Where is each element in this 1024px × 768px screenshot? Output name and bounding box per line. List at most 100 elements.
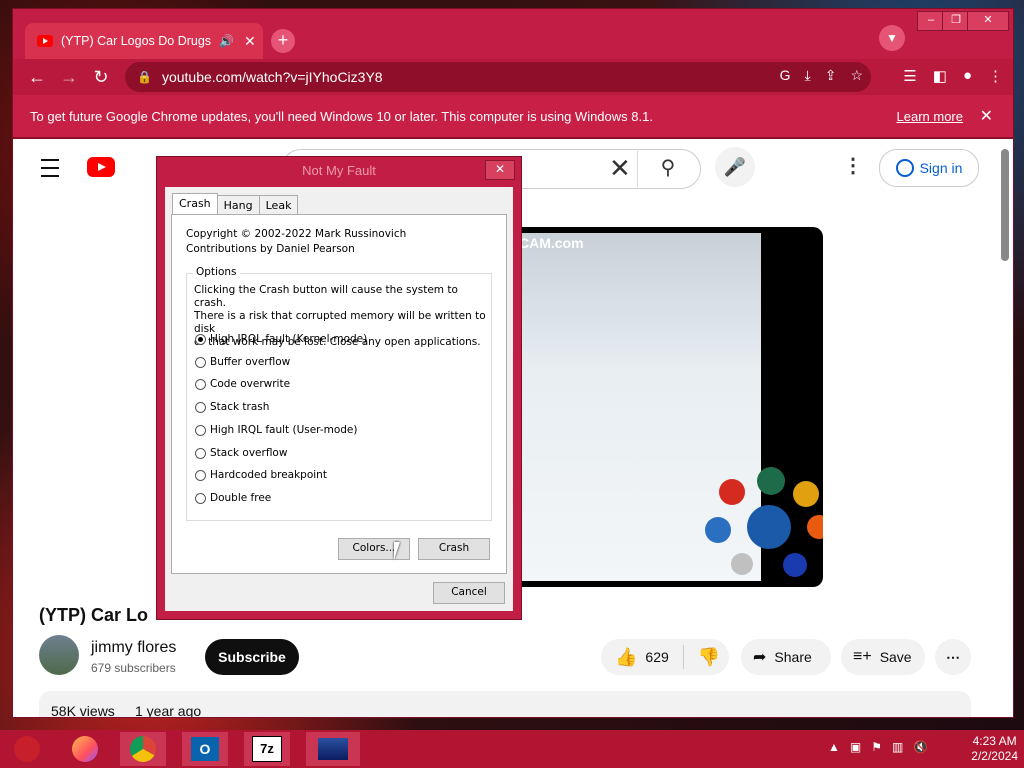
network-device-icon[interactable]: ▣ [850, 740, 861, 754]
radio-label: Hardcoded breakpoint [210, 469, 327, 481]
reload-icon[interactable]: ↻ [89, 65, 113, 89]
taskbar-notmyfault[interactable] [306, 732, 360, 766]
radio-double-free[interactable]: Double free [195, 492, 271, 504]
bookmark-star-icon[interactable]: ☆ [850, 67, 863, 84]
address-bar[interactable]: 🔒 youtube.com/watch?v=jIYhoCiz3Y8 G ⤓ ⇪ … [125, 62, 871, 92]
action-center-flag-icon[interactable]: ⚑ [871, 740, 882, 754]
radio-label: Buffer overflow [210, 356, 291, 368]
video-overlay-text: CAM.com [519, 235, 584, 251]
firefox-icon [72, 736, 98, 762]
radio-hardcoded-breakpoint[interactable]: Hardcoded breakpoint [195, 469, 327, 481]
tab-close-icon[interactable]: ✕ [244, 33, 256, 50]
save-button[interactable]: ≡+ Save [841, 639, 925, 675]
learn-more-link[interactable]: Learn more [897, 109, 963, 124]
clock-date: 2/2/2024 [971, 749, 1018, 763]
profile-icon[interactable]: ● [963, 67, 972, 85]
hamburger-menu-icon[interactable] [41, 159, 59, 177]
reading-list-icon[interactable]: ☰ [903, 67, 916, 85]
share-button[interactable]: ➦ Share [741, 639, 831, 675]
audio-playing-icon[interactable]: 🔊 [219, 34, 234, 48]
more-actions-icon[interactable]: ⋯ [935, 639, 971, 675]
radio-code-overwrite[interactable]: Code overwrite [195, 378, 290, 390]
chrome-icon [130, 736, 156, 762]
settings-menu-icon[interactable]: ⋮ [843, 153, 863, 178]
radio-stack-overflow[interactable]: Stack overflow [195, 447, 287, 459]
side-panel-icon[interactable]: ◧ [933, 67, 947, 85]
chrome-menu-icon[interactable]: ⋮ [988, 67, 1003, 85]
forward-icon[interactable]: → [57, 65, 81, 89]
infobar-close-icon[interactable]: ✕ [980, 106, 993, 126]
taskbar-firefox[interactable] [62, 732, 108, 766]
window-close-button[interactable]: ✕ [967, 11, 1009, 31]
radio-high-irql-user[interactable]: High IRQL fault (User-mode) [195, 424, 358, 436]
logo-orb [705, 517, 731, 543]
radio-stack-trash[interactable]: Stack trash [195, 401, 269, 413]
tab-youtube[interactable]: (YTP) Car Logos Do Drugs (R 🔊 ✕ [25, 23, 263, 59]
like-count[interactable]: 629 [645, 649, 668, 665]
search-icon[interactable]: ⚲ [637, 149, 698, 187]
video-title: (YTP) Car Lo [39, 605, 149, 625]
description-box[interactable]: 58K views 1 year ago [39, 691, 971, 717]
page-scrollbar[interactable] [997, 139, 1013, 717]
share-arrow-icon: ➦ [753, 649, 767, 666]
account-icon [895, 159, 914, 177]
radio-label: High IRQL fault (User-mode) [210, 424, 358, 436]
new-tab-button[interactable]: + [271, 29, 295, 53]
radio-selected-icon [195, 333, 206, 345]
share-icon[interactable]: ⇪ [825, 67, 837, 84]
back-icon[interactable]: ← [25, 65, 49, 89]
clock-time: 4:23 AM [972, 734, 1017, 748]
logo-orb [757, 467, 785, 495]
volume-muted-icon[interactable]: 🔇 [913, 740, 928, 754]
channel-avatar[interactable] [39, 635, 79, 675]
clock[interactable]: 4:23 AM 2/2/2024 [971, 734, 1018, 764]
dialog-title: Not My Fault [302, 163, 376, 178]
logo-orb [731, 553, 753, 575]
show-hidden-icons-icon[interactable]: ▲ [828, 740, 840, 754]
notmyfault-icon [318, 738, 348, 760]
radio-label: Double free [210, 492, 272, 504]
scrollbar-thumb[interactable] [1001, 149, 1009, 261]
crash-button[interactable]: Crash [418, 538, 490, 560]
radio-label: Stack overflow [210, 447, 288, 459]
logo-orb [793, 481, 819, 507]
radio-high-irql-kernel[interactable]: High IRQL fault (Kernel-mode) [195, 333, 367, 345]
subscribe-button[interactable]: Subscribe [205, 639, 299, 675]
network-icon[interactable]: ▥ [892, 740, 903, 754]
dialog-tabs: Crash Hang Leak [172, 193, 299, 215]
notmyfault-dialog: Not My Fault ✕ Crash Hang Leak Copyright… [156, 156, 522, 620]
sign-in-button[interactable]: Sign in [879, 149, 979, 187]
cancel-button[interactable]: Cancel [433, 582, 505, 604]
lock-icon[interactable]: 🔒 [137, 70, 152, 84]
dislike-icon[interactable]: 👎 [698, 647, 720, 668]
taskbar-chrome[interactable] [120, 732, 166, 766]
logo-orb [783, 553, 807, 577]
install-icon[interactable]: ⤓ [805, 67, 811, 84]
radio-label: Code overwrite [210, 378, 291, 390]
tab-hang[interactable]: Hang [216, 195, 260, 215]
like-dislike-group: 👍 629 👎 [601, 639, 729, 675]
clear-search-icon[interactable]: ✕ [609, 153, 631, 184]
dialog-close-button[interactable]: ✕ [485, 160, 515, 180]
video-player[interactable]: CAM.com [483, 227, 823, 587]
taskbar-7zip[interactable]: 7z [244, 732, 290, 766]
microphone-icon[interactable]: 🎤 [715, 147, 755, 187]
radio-label: Stack trash [210, 401, 270, 413]
google-lens-icon[interactable]: G [780, 67, 791, 84]
youtube-logo[interactable] [87, 157, 115, 177]
infobar-message: To get future Google Chrome updates, you… [30, 108, 653, 124]
channel-name[interactable]: jimmy flores [91, 639, 176, 657]
options-desc-line: Clicking the Crash button will cause the… [194, 284, 458, 309]
like-icon[interactable]: 👍 [615, 647, 637, 668]
radio-buffer-overflow[interactable]: Buffer overflow [195, 356, 290, 368]
radio-icon [195, 447, 206, 459]
start-button[interactable] [4, 732, 50, 766]
tab-search-icon[interactable]: ▼ [879, 25, 905, 51]
tab-leak[interactable]: Leak [258, 195, 299, 215]
restore-button[interactable]: ❐ [942, 11, 970, 31]
taskbar-outlook[interactable]: O [182, 732, 228, 766]
copyright-text: Copyright © 2002-2022 Mark Russinovich [186, 228, 407, 240]
tab-crash[interactable]: Crash [172, 193, 218, 215]
minimize-button[interactable]: – [917, 11, 945, 31]
mouse-cursor-icon [394, 542, 406, 560]
